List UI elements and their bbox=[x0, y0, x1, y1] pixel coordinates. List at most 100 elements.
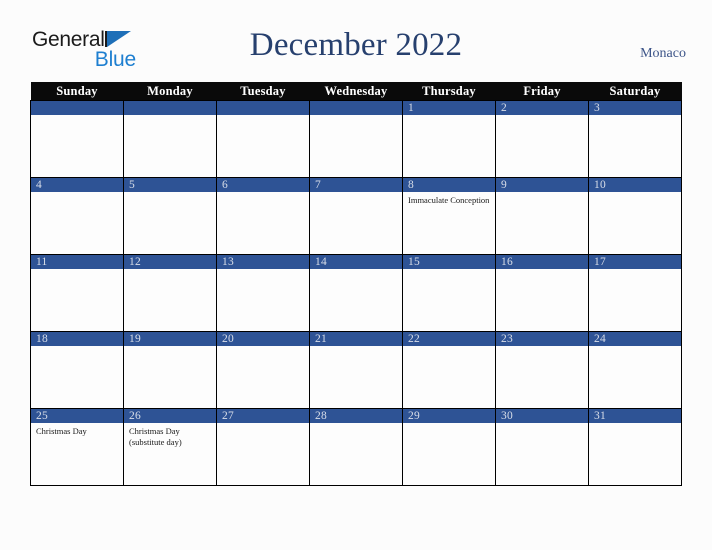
calendar-day-cell[interactable]: 13 bbox=[216, 254, 310, 332]
calendar-day-cell[interactable]: 15 bbox=[402, 254, 496, 332]
day-cell-inner: 5 bbox=[124, 178, 216, 254]
weekday-header-friday: Friday bbox=[495, 82, 589, 101]
calendar-day-cell[interactable]: 4 bbox=[30, 177, 124, 255]
day-number: 28 bbox=[310, 409, 402, 423]
day-cell-inner: 4 bbox=[31, 178, 123, 254]
weekday-header-thursday: Thursday bbox=[402, 82, 496, 101]
day-event-area bbox=[32, 269, 123, 272]
day-event-area bbox=[32, 346, 123, 349]
calendar-week-row: 18 19 20 21 22 23 24 bbox=[30, 331, 682, 409]
day-event-area bbox=[590, 269, 681, 272]
calendar-day-cell[interactable]: 21 bbox=[309, 331, 403, 409]
calendar-week-row: 123 bbox=[30, 100, 682, 178]
day-event-area bbox=[404, 115, 495, 118]
calendar-day-cell[interactable]: 17 bbox=[588, 254, 682, 332]
weekday-header-sunday: Sunday bbox=[30, 82, 124, 101]
day-event-area bbox=[497, 115, 588, 118]
day-number: 9 bbox=[496, 178, 588, 192]
calendar-day-cell[interactable]: 3 bbox=[588, 100, 682, 178]
page-header: General Blue December 2022 Monaco bbox=[0, 0, 712, 82]
calendar-day-cell[interactable]: 26 Christmas Day (substitute day) bbox=[123, 408, 217, 486]
day-event-area bbox=[32, 192, 123, 195]
calendar-day-cell[interactable]: 2 bbox=[495, 100, 589, 178]
day-cell-inner: 31 bbox=[589, 409, 681, 485]
day-cell-inner: 30 bbox=[496, 409, 588, 485]
calendar-day-cell[interactable]: 25 Christmas Day bbox=[30, 408, 124, 486]
page-title: December 2022 bbox=[249, 27, 463, 63]
calendar-day-cell[interactable]: 27 bbox=[216, 408, 310, 486]
day-cell-inner: 14 bbox=[310, 255, 402, 331]
day-event-area: Christmas Day bbox=[32, 423, 123, 437]
day-event-area bbox=[218, 423, 309, 426]
calendar-day-cell[interactable]: 24 bbox=[588, 331, 682, 409]
calendar-day-cell[interactable]: 7 bbox=[309, 177, 403, 255]
day-cell-inner bbox=[124, 101, 216, 177]
day-number: 3 bbox=[589, 101, 681, 115]
calendar-day-cell[interactable]: 9 bbox=[495, 177, 589, 255]
day-event-area bbox=[311, 269, 402, 272]
calendar-day-cell[interactable]: 14 bbox=[309, 254, 403, 332]
day-cell-inner bbox=[310, 101, 402, 177]
calendar-day-cell-empty bbox=[309, 100, 403, 178]
day-cell-inner: 17 bbox=[589, 255, 681, 331]
calendar-day-cell[interactable]: 23 bbox=[495, 331, 589, 409]
weekday-header-monday: Monday bbox=[123, 82, 217, 101]
day-number: 15 bbox=[403, 255, 495, 269]
calendar-day-cell[interactable]: 28 bbox=[309, 408, 403, 486]
calendar-day-cell[interactable]: 8 Immaculate Conception bbox=[402, 177, 496, 255]
day-number: 11 bbox=[31, 255, 123, 269]
day-cell-inner: 6 bbox=[217, 178, 309, 254]
day-number: 4 bbox=[31, 178, 123, 192]
day-cell-inner: 3 bbox=[589, 101, 681, 177]
day-cell-inner: 1 bbox=[403, 101, 495, 177]
day-event-area bbox=[590, 115, 681, 118]
day-number bbox=[310, 101, 402, 115]
day-cell-inner: 15 bbox=[403, 255, 495, 331]
day-event-area bbox=[218, 346, 309, 349]
day-event-area bbox=[404, 423, 495, 426]
calendar-day-cell[interactable]: 5 bbox=[123, 177, 217, 255]
day-event-area bbox=[311, 115, 402, 118]
day-event-area bbox=[590, 423, 681, 426]
calendar-day-cell[interactable]: 10 bbox=[588, 177, 682, 255]
calendar-day-cell[interactable]: 12 bbox=[123, 254, 217, 332]
day-cell-inner: 22 bbox=[403, 332, 495, 408]
calendar-day-cell[interactable]: 29 bbox=[402, 408, 496, 486]
calendar-day-cell[interactable]: 11 bbox=[30, 254, 124, 332]
day-event-area bbox=[311, 346, 402, 349]
calendar-day-cell[interactable]: 20 bbox=[216, 331, 310, 409]
calendar-week-row: 11 12 13 14 15 16 17 bbox=[30, 254, 682, 332]
day-cell-inner: 23 bbox=[496, 332, 588, 408]
calendar-day-cell-empty bbox=[216, 100, 310, 178]
calendar-day-cell[interactable]: 30 bbox=[495, 408, 589, 486]
calendar-day-cell[interactable]: 22 bbox=[402, 331, 496, 409]
calendar-day-cell[interactable]: 1 bbox=[402, 100, 496, 178]
day-number: 20 bbox=[217, 332, 309, 346]
day-event-area bbox=[125, 115, 216, 118]
day-number: 6 bbox=[217, 178, 309, 192]
day-cell-inner: 27 bbox=[217, 409, 309, 485]
day-number: 25 bbox=[31, 409, 123, 423]
calendar-body: 1 2 3 4 5 6 7 8 Immaculate Conception 9 10 11 12 13 14… bbox=[30, 100, 682, 486]
calendar-day-cell[interactable]: 19 bbox=[123, 331, 217, 409]
day-number: 23 bbox=[496, 332, 588, 346]
day-number bbox=[217, 101, 309, 115]
weekday-header-tuesday: Tuesday bbox=[216, 82, 310, 101]
day-event-label: Christmas Day bbox=[36, 426, 87, 436]
calendar-day-cell[interactable]: 6 bbox=[216, 177, 310, 255]
day-cell-inner: 26 Christmas Day (substitute day) bbox=[124, 409, 216, 485]
calendar-day-cell-empty bbox=[123, 100, 217, 178]
day-cell-inner: 12 bbox=[124, 255, 216, 331]
calendar-day-cell[interactable]: 31 bbox=[588, 408, 682, 486]
day-cell-inner bbox=[31, 101, 123, 177]
day-number: 10 bbox=[589, 178, 681, 192]
day-number: 8 bbox=[403, 178, 495, 192]
calendar-day-cell[interactable]: 18 bbox=[30, 331, 124, 409]
calendar-grid: Sunday Monday Tuesday Wednesday Thursday Frid… bbox=[30, 82, 682, 486]
day-event-area bbox=[218, 115, 309, 118]
day-number: 16 bbox=[496, 255, 588, 269]
calendar-day-cell[interactable]: 16 bbox=[495, 254, 589, 332]
day-cell-inner: 21 bbox=[310, 332, 402, 408]
day-event-area bbox=[125, 192, 216, 195]
day-number: 30 bbox=[496, 409, 588, 423]
